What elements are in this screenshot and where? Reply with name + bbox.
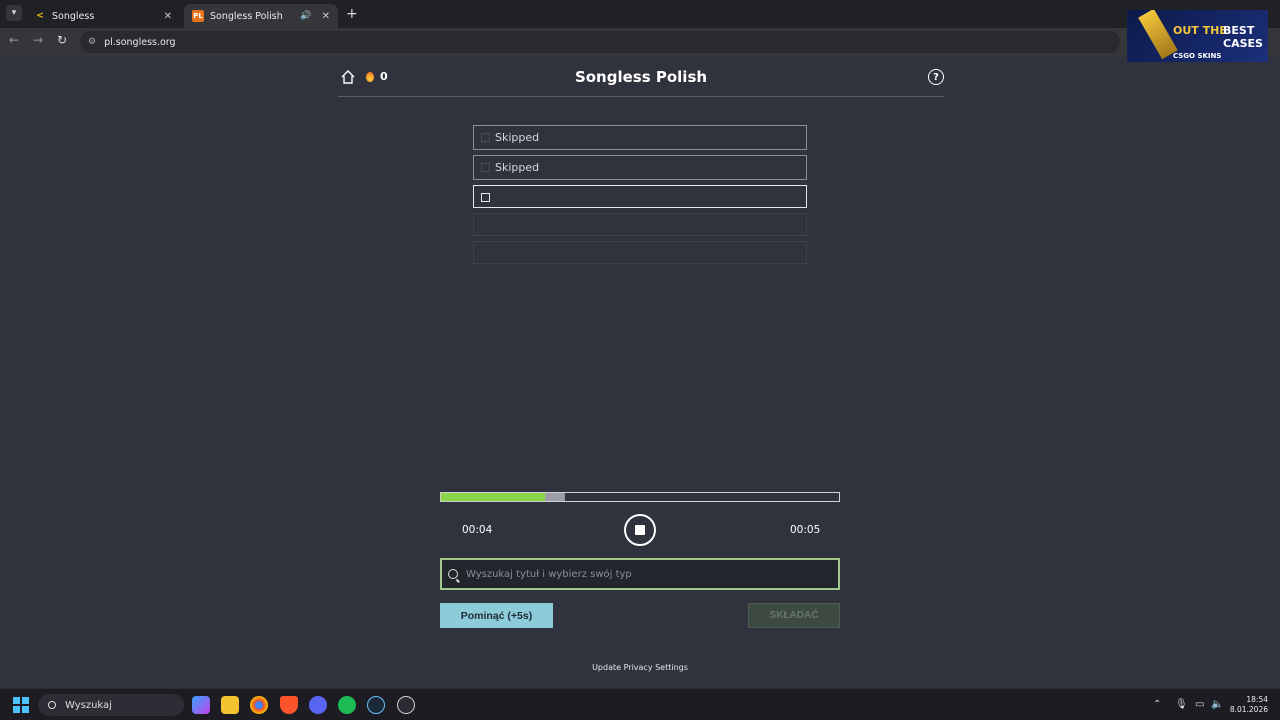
close-tab-icon[interactable]: ✕ bbox=[322, 11, 330, 22]
file-explorer-icon[interactable] bbox=[221, 696, 239, 714]
site-info-icon[interactable]: ⚙ bbox=[88, 37, 96, 47]
back-arrow-icon[interactable]: ← bbox=[9, 33, 19, 47]
close-tab-icon[interactable]: ✕ bbox=[164, 11, 172, 22]
app-icon[interactable] bbox=[397, 696, 415, 714]
brave-icon[interactable] bbox=[280, 696, 298, 714]
discord-icon[interactable] bbox=[309, 696, 327, 714]
tray-chevron-icon[interactable]: ⌃ bbox=[1153, 699, 1161, 710]
tab-title: Songless bbox=[52, 10, 95, 22]
search-input[interactable] bbox=[466, 568, 826, 580]
ad-text-1: OUT THE bbox=[1173, 24, 1227, 37]
audio-progress-bar[interactable] bbox=[440, 492, 840, 502]
steam-icon[interactable] bbox=[367, 696, 385, 714]
chrome-icon[interactable] bbox=[250, 696, 268, 714]
network-icon[interactable]: ▭ bbox=[1195, 699, 1204, 710]
guess-row: Skipped bbox=[473, 155, 807, 180]
guess-checkbox bbox=[481, 163, 490, 172]
guess-list: Skipped Skipped bbox=[473, 125, 807, 269]
current-time: 00:04 bbox=[462, 524, 493, 536]
volume-icon[interactable]: 🔈 bbox=[1211, 699, 1223, 710]
ad-text-2: BEST CASES bbox=[1223, 24, 1263, 50]
clock-time: 18:54 bbox=[1246, 695, 1268, 704]
ad-banner[interactable]: OUT THE BEST CASES CSGO SKINS bbox=[1127, 10, 1268, 62]
taskbar-search[interactable]: Wyszukaj bbox=[38, 694, 184, 716]
help-icon[interactable]: ? bbox=[928, 69, 944, 85]
game-header: 0 Songless Polish ? bbox=[338, 64, 944, 97]
ad-brand: CSGO SKINS bbox=[1173, 52, 1222, 60]
songless-favicon-icon: < bbox=[36, 11, 44, 21]
taskbar-search-label: Wyszukaj bbox=[65, 699, 112, 711]
tab-title: Songless Polish bbox=[210, 10, 283, 22]
address-bar-row: ← → ↻ ⚙ pl.songless.org bbox=[0, 28, 1280, 56]
stop-button[interactable] bbox=[624, 514, 656, 546]
url-text: pl.songless.org bbox=[104, 36, 176, 48]
clock-date: 8.01.2026 bbox=[1229, 705, 1268, 714]
guess-checkbox bbox=[481, 133, 490, 142]
browser-tab-bar: ▾ < Songless ✕ PL Songless Polish 🔊 ✕ + bbox=[0, 0, 1280, 28]
audio-playing-icon[interactable]: 🔊 bbox=[300, 11, 311, 21]
search-icon bbox=[48, 701, 56, 709]
page-title: Songless Polish bbox=[574, 68, 708, 86]
guess-row-empty bbox=[473, 241, 807, 264]
tab-songless[interactable]: < Songless ✕ bbox=[26, 4, 180, 28]
url-field[interactable]: ⚙ pl.songless.org bbox=[80, 31, 1120, 53]
guess-row-empty bbox=[473, 213, 807, 236]
reload-icon[interactable]: ↻ bbox=[57, 33, 67, 47]
search-icon bbox=[448, 569, 458, 579]
stop-icon bbox=[635, 525, 645, 535]
skip-button[interactable]: Pominąć (+5s) bbox=[440, 603, 553, 628]
new-tab-icon[interactable]: + bbox=[346, 6, 358, 22]
progress-played bbox=[441, 493, 546, 501]
forward-arrow-icon[interactable]: → bbox=[33, 33, 43, 47]
guess-checkbox bbox=[481, 193, 490, 202]
tab-songless-polish[interactable]: PL Songless Polish 🔊 ✕ bbox=[184, 4, 338, 28]
guess-text: Skipped bbox=[495, 131, 540, 144]
guess-row: Skipped bbox=[473, 125, 807, 150]
submit-button[interactable]: SKŁADAĆ bbox=[748, 603, 840, 628]
windows-taskbar: Wyszukaj ⌃ 🎙 ▭ 🔈 18:54 8.01.2026 bbox=[0, 688, 1280, 720]
song-search-box bbox=[440, 558, 840, 590]
songless-polish-favicon-icon: PL bbox=[192, 10, 204, 22]
knife-image bbox=[1138, 10, 1178, 60]
privacy-settings-link[interactable]: Update Privacy Settings bbox=[0, 663, 1280, 672]
total-time: 00:05 bbox=[790, 524, 821, 536]
guess-text: Skipped bbox=[495, 161, 540, 174]
spotify-icon[interactable] bbox=[338, 696, 356, 714]
windows-start-icon[interactable] bbox=[13, 697, 29, 713]
copilot-icon[interactable] bbox=[192, 696, 210, 714]
tab-search-dropdown-icon[interactable]: ▾ bbox=[6, 5, 22, 21]
guess-row-current bbox=[473, 185, 807, 208]
system-clock[interactable]: 18:54 8.01.2026 bbox=[1228, 695, 1268, 715]
microphone-icon[interactable]: 🎙 bbox=[1175, 699, 1188, 710]
